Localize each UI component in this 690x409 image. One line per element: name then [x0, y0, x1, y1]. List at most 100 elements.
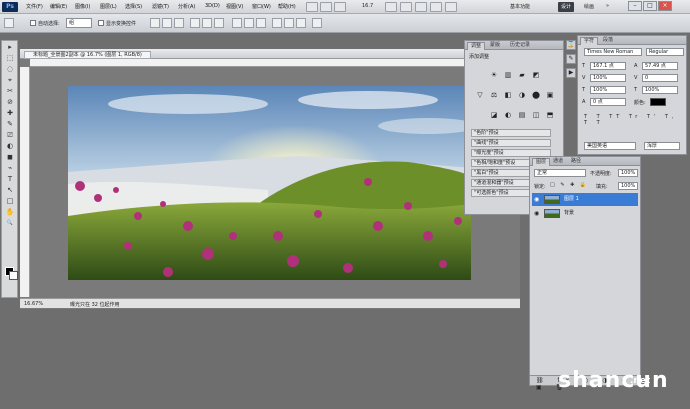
maximize-button[interactable]: □	[643, 1, 657, 11]
tab-masks[interactable]: 蒙版	[487, 42, 503, 50]
tab-channels[interactable]: 通道	[550, 158, 566, 166]
arrange-documents-button[interactable]	[430, 2, 442, 12]
quick-select-tool-icon[interactable]: ⌖	[5, 76, 15, 85]
font-family-select[interactable]: Times New Roman	[584, 48, 642, 56]
invert-icon[interactable]: ◪	[489, 111, 499, 120]
kerning-field[interactable]: 100%	[590, 74, 626, 82]
black-white-icon[interactable]: ◑	[517, 91, 527, 100]
layer-name[interactable]: 背景	[564, 207, 574, 220]
screen-mode-button[interactable]	[445, 2, 457, 12]
move-tool-icon[interactable]	[4, 18, 14, 28]
workspace-more-icon[interactable]: »	[606, 3, 609, 9]
layer-name[interactable]: 图层 1	[564, 193, 579, 206]
zoom-tool-icon[interactable]: 🔍	[5, 219, 15, 228]
distribute-hcenter-icon[interactable]	[284, 18, 294, 28]
vscale-field[interactable]: 100%	[590, 86, 626, 94]
image-canvas[interactable]	[68, 86, 471, 280]
menu-analysis[interactable]: 分析(A)	[178, 3, 195, 10]
preset-levels[interactable]: "色阶"预设	[471, 129, 551, 137]
actions-panel-icon[interactable]: ▶	[566, 68, 576, 78]
distribute-right-icon[interactable]	[296, 18, 306, 28]
menu-edit[interactable]: 编辑(E)	[50, 3, 67, 10]
eye-icon[interactable]: ◉	[534, 196, 539, 203]
brush-tool-icon[interactable]: ✎	[5, 120, 15, 129]
tab-history[interactable]: 历史记录	[507, 42, 533, 50]
text-style-buttons[interactable]: T T TT Tr T' T, T T	[584, 114, 686, 126]
move-tool-icon[interactable]: ▸	[5, 43, 15, 52]
align-top-icon[interactable]	[150, 18, 160, 28]
workspace-painting[interactable]: 绘画	[584, 3, 594, 10]
menu-image[interactable]: 图像(I)	[75, 3, 90, 10]
layer-row[interactable]: ◉ 背景	[532, 207, 638, 220]
type-tool-icon[interactable]: T	[5, 175, 15, 184]
brush-panel-icon[interactable]: ✎	[566, 54, 576, 64]
distribute-left-icon[interactable]	[272, 18, 282, 28]
tab-paragraph[interactable]: 段落	[600, 37, 616, 45]
rotate-view-button[interactable]	[415, 2, 427, 12]
antialias-select[interactable]: 浑厚	[644, 142, 680, 150]
minimize-button[interactable]: –	[628, 1, 642, 11]
auto-select-checkbox[interactable]	[30, 20, 36, 26]
distribute-vcenter-icon[interactable]	[244, 18, 254, 28]
status-zoom[interactable]: 16.67%	[24, 301, 43, 307]
menu-select[interactable]: 选择(S)	[125, 3, 142, 10]
eye-icon[interactable]: ◉	[534, 210, 539, 217]
history-brush-tool-icon[interactable]: ◐	[5, 142, 15, 151]
exposure-icon[interactable]: ◩	[531, 71, 541, 80]
align-left-icon[interactable]	[190, 18, 200, 28]
vibrance-icon[interactable]: ▽	[475, 91, 485, 100]
close-button[interactable]: ×	[658, 1, 672, 11]
stamp-tool-icon[interactable]: ⎚	[5, 131, 15, 140]
menu-help[interactable]: 帮助(H)	[278, 3, 296, 10]
layer-row[interactable]: ◉ 图层 1	[532, 193, 638, 206]
menu-filter[interactable]: 滤镜(T)	[152, 3, 169, 10]
workspace-basic[interactable]: 基本功能	[510, 3, 530, 10]
show-transform-checkbox[interactable]	[98, 20, 104, 26]
hscale-field[interactable]: 100%	[642, 86, 678, 94]
blend-mode-select[interactable]: 正常	[534, 169, 586, 177]
tracking-field[interactable]: 0	[642, 74, 678, 82]
bridge-button[interactable]	[306, 2, 318, 12]
document-tab[interactable]: 未标题_全景图2副本 @ 16.7% (图层 1, RGB/8)	[24, 51, 151, 59]
view-extras-button[interactable]	[334, 2, 346, 12]
hand-tool-icon[interactable]: ✋	[5, 208, 15, 217]
vertical-ruler[interactable]	[20, 67, 30, 297]
menu-file[interactable]: 文件(F)	[26, 3, 43, 10]
levels-icon[interactable]: ▥	[503, 71, 513, 80]
color-balance-icon[interactable]: ◧	[503, 91, 513, 100]
crop-tool-icon[interactable]: ✂	[5, 87, 15, 96]
tab-adjustments[interactable]: 调整	[467, 42, 486, 50]
auto-select-dropdown[interactable]: 组	[66, 18, 92, 28]
workspace-design[interactable]: 设计	[558, 2, 575, 12]
hue-sat-icon[interactable]: ⚖	[489, 91, 499, 100]
history-panel-icon[interactable]: ⌛	[566, 40, 576, 50]
menu-3d[interactable]: 3D(D)	[205, 3, 220, 9]
eraser-tool-icon[interactable]: ◼	[5, 153, 15, 162]
mini-bridge-button[interactable]	[320, 2, 332, 12]
menu-layer[interactable]: 图层(L)	[100, 3, 117, 10]
distribute-bottom-icon[interactable]	[256, 18, 266, 28]
photo-filter-icon[interactable]: ⬤	[531, 91, 541, 100]
align-hcenter-icon[interactable]	[202, 18, 212, 28]
threshold-icon[interactable]: ▤	[517, 111, 527, 120]
menu-window[interactable]: 窗口(W)	[252, 3, 271, 10]
horizontal-ruler[interactable]	[30, 59, 520, 67]
channel-mixer-icon[interactable]: ▣	[545, 91, 555, 100]
lock-icons[interactable]: □ ✎ ✚ 🔒	[550, 182, 588, 191]
lasso-tool-icon[interactable]: ◌	[5, 65, 15, 74]
align-bottom-icon[interactable]	[174, 18, 184, 28]
gradient-tool-icon[interactable]: ⌁	[5, 164, 15, 173]
healing-tool-icon[interactable]: ✚	[5, 109, 15, 118]
hand-tool-button[interactable]	[385, 2, 397, 12]
opacity-field[interactable]: 100%	[618, 169, 638, 177]
align-vcenter-icon[interactable]	[162, 18, 172, 28]
selective-color-icon[interactable]: ⬒	[545, 111, 555, 120]
leading-field[interactable]: 57.49 点	[642, 62, 678, 70]
gradient-map-icon[interactable]: ◫	[531, 111, 541, 120]
background-color-swatch[interactable]	[9, 271, 18, 280]
font-style-select[interactable]: Regular	[646, 48, 684, 56]
font-size-field[interactable]: 167.1 点	[590, 62, 626, 70]
zoom-tool-button[interactable]	[400, 2, 412, 12]
preset-curves[interactable]: "曲线"预设	[471, 139, 551, 147]
distribute-top-icon[interactable]	[232, 18, 242, 28]
